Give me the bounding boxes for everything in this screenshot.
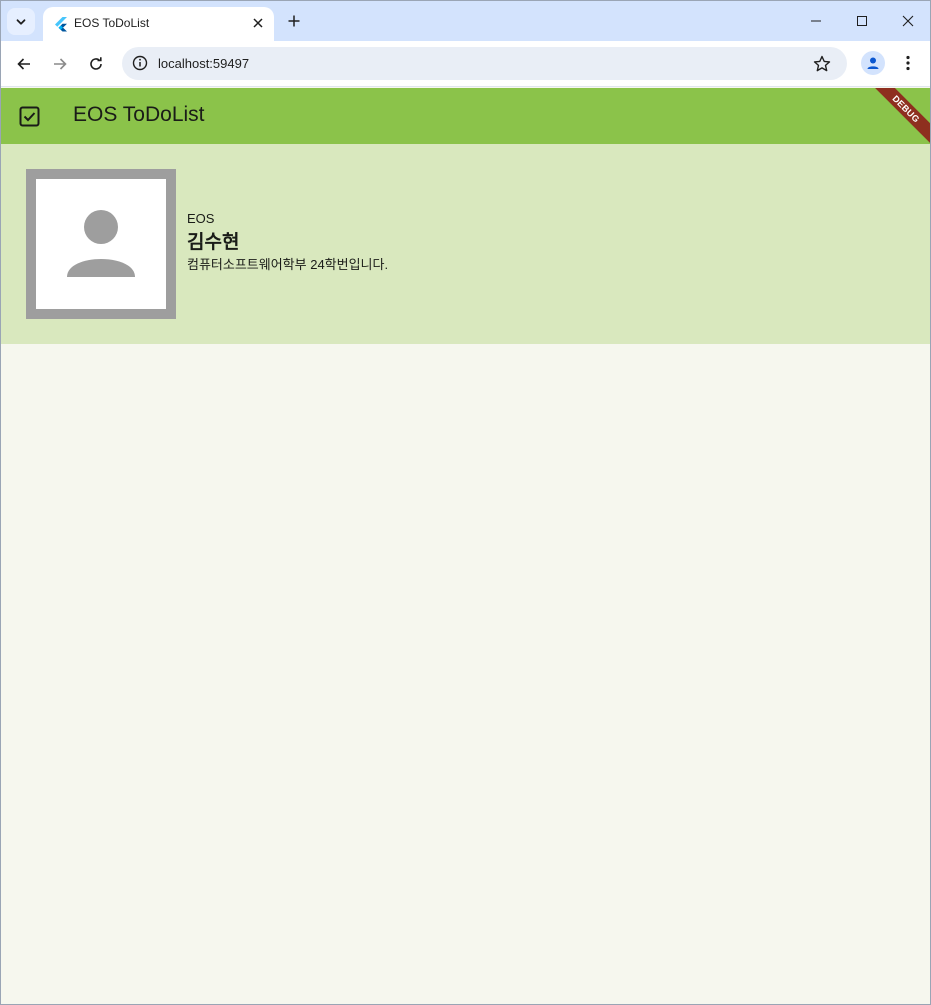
reload-icon — [90, 57, 102, 70]
browser-tab[interactable]: EOS ToDoList — [43, 7, 274, 41]
profile-description: 컴퓨터소프트웨어학부 24학번입니다. — [187, 257, 389, 272]
app-viewport: EOS ToDoList DEBUG EOS 김수현 컴퓨터소프트웨어학부 24… — [1, 88, 930, 1004]
title-bar: EOS ToDoList — [1, 1, 930, 41]
profile-name: 김수현 — [187, 232, 240, 253]
new-tab-button[interactable] — [282, 9, 306, 33]
browser-menu-button[interactable] — [897, 51, 919, 75]
plus-icon — [288, 15, 300, 27]
person-icon — [67, 210, 135, 277]
info-icon[interactable] — [131, 54, 149, 72]
more-vert-icon — [906, 55, 910, 71]
arrow-left-icon — [17, 58, 30, 70]
account-icon — [867, 57, 879, 69]
avatar-image — [36, 179, 166, 309]
avatar — [26, 169, 176, 319]
reload-button[interactable] — [82, 50, 110, 78]
forward-button[interactable] — [46, 50, 74, 78]
minimize-icon — [811, 20, 821, 22]
flutter-icon — [55, 17, 67, 32]
address-bar[interactable]: localhost:59497 — [122, 47, 847, 80]
profile-button[interactable] — [861, 51, 885, 75]
profile-card: EOS 김수현 컴퓨터소프트웨어학부 24학번입니다. — [1, 144, 930, 344]
star-icon[interactable] — [812, 54, 832, 74]
arrow-right-icon — [54, 58, 67, 70]
back-button[interactable] — [10, 50, 38, 78]
tab-title: EOS ToDoList — [74, 16, 150, 30]
minimize-button[interactable] — [800, 7, 832, 35]
chevron-down-icon — [16, 18, 26, 25]
url-text: localhost:59497 — [158, 56, 250, 71]
close-window-button[interactable] — [892, 7, 924, 35]
profile-organization: EOS — [187, 211, 215, 226]
profile-info: EOS 김수현 컴퓨터소프트웨어학부 24학번입니다. — [187, 211, 388, 273]
browser-window: EOS ToDoList localhost:59497 EOS ToDoLis… — [0, 0, 931, 1005]
tab-search-button[interactable] — [7, 8, 35, 35]
app-title: EOS ToDoList — [73, 103, 205, 126]
maximize-icon — [857, 16, 867, 26]
close-icon — [902, 15, 914, 27]
maximize-button[interactable] — [846, 7, 878, 35]
close-icon — [253, 18, 263, 28]
checkbox-checked-icon — [19, 106, 40, 127]
app-bar: EOS ToDoList — [1, 88, 930, 144]
browser-toolbar: localhost:59497 — [1, 41, 930, 87]
tab-close-button[interactable] — [248, 13, 268, 33]
